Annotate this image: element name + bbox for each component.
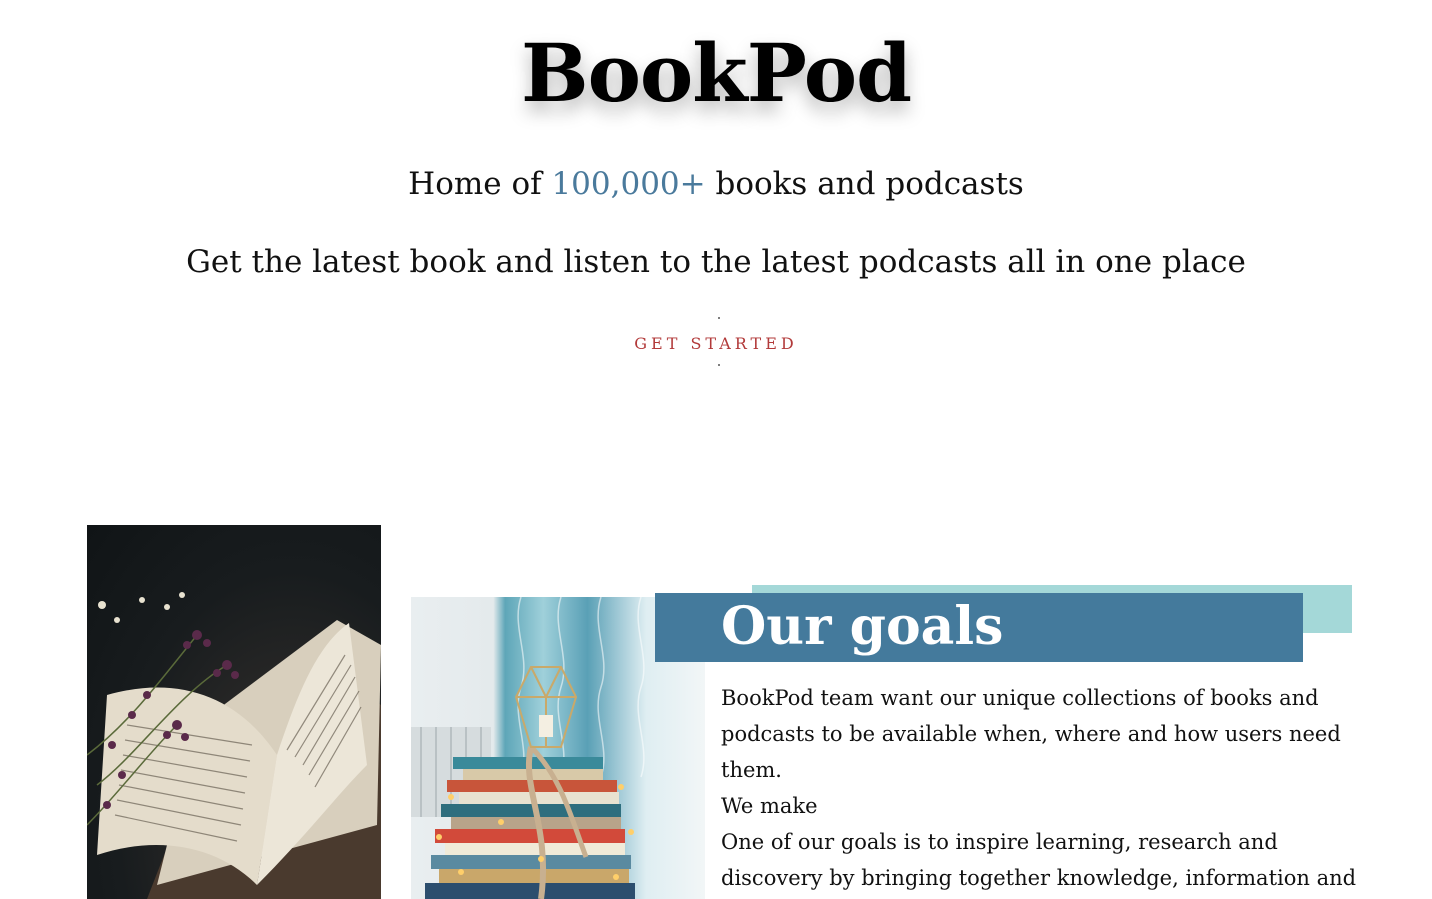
goals-body: BookPod team want our unique collections… bbox=[721, 680, 1361, 899]
open-book-illustration bbox=[87, 592, 381, 899]
hero-subtitle: Home of 100,000+ books and podcasts bbox=[0, 164, 1432, 204]
goals-paragraph: We make bbox=[721, 794, 818, 818]
goals-paragraph: One of our goals is to inspire learning,… bbox=[721, 830, 1357, 890]
site-title: BookPod bbox=[520, 26, 912, 120]
goals-title: Our goals bbox=[721, 596, 1004, 657]
hero-tagline: Get the latest book and listen to the la… bbox=[186, 244, 1246, 280]
page: BookPod Home of 100,000+ books and podca… bbox=[0, 0, 1432, 899]
open-book-photo bbox=[87, 525, 381, 899]
get-started-button[interactable]: GET STARTED bbox=[566, 330, 866, 356]
cta-top-dot bbox=[718, 317, 720, 319]
subtitle-count: 100,000+ bbox=[551, 166, 706, 202]
cta-bottom-dot bbox=[718, 364, 720, 366]
subtitle-prefix: Home of bbox=[408, 166, 552, 202]
goals-paragraph: BookPod team want our unique collections… bbox=[721, 686, 1341, 782]
subtitle-suffix: books and podcasts bbox=[705, 166, 1024, 202]
